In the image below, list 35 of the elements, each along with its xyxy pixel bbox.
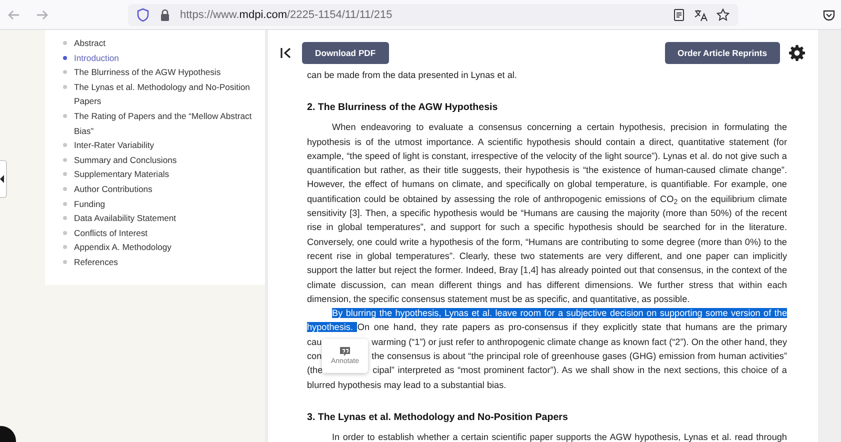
pocket-icon[interactable] xyxy=(822,8,836,22)
sidebar-toggle[interactable] xyxy=(0,160,7,198)
sidebar-item[interactable]: Data Availability Statement xyxy=(63,211,265,226)
scrollbar-track[interactable] xyxy=(818,30,841,442)
reader-view-icon[interactable] xyxy=(672,8,686,22)
paragraph: When endeavoring to evaluate a consensus concerning a certain hypothesis, precision in formulating the hypothesis is of the utmost importance. A scientific hypothesis should contain a direct, quantitative statement (for example, “the speed of light is constant, irrespective of the velocity of the light source”). Lynas et al. do not give such a quantification but rather, as their title suggests, their hypothesis is “the existence of human-caused climate change”. However, the effect of humans on climate, and specifically on global temperature, is quantifiable. For example, one quantification could be obtained by assessing the role of anthropogenic emissions of CO$_{2}$ on the equilibrium climate sensitivity [3]. Then, a specific hypothesis would be “Humans are causing the majority (more than 50%) of the recent rise in global temperatures”, and support for such a specific hypothesis should be searched for in the literature. Conversely, one could write a hypothesis of the form, “Humans are contributing to some degree (more than 0%) to the recent rise in global temperatures”. Clearly, these two statements are very different, and one paper can implicitly support the latter but reject the former. Indeed, Bray [1,4] has already pointed out that consensus, in the context of the climate discussion, can mean different things and has different dimensions. We further stress that within each dimension, the specific consensus statement must be as specific, and quantitative, as possible. xyxy=(307,121,787,306)
sidebar-item[interactable]: Appendix A. Methodology xyxy=(63,240,265,255)
paragraph: In order to establish whether a certain scientific paper supports the AGW hypothesis, Lynas et al. read through xyxy=(331,430,787,442)
section-heading: 2. The Blurriness of the AGW Hypothesis xyxy=(307,102,499,114)
order-reprints-button[interactable]: Order Article Reprints xyxy=(664,42,780,64)
sidebar-item[interactable]: Introduction xyxy=(63,50,265,66)
sidebar-item[interactable]: Abstract xyxy=(63,36,265,51)
triangle-icon xyxy=(0,175,5,183)
download-pdf-button[interactable]: Download PDF xyxy=(302,42,389,64)
paragraph: can be made from the data presented in Lynas et al. xyxy=(307,69,518,82)
sidebar-item[interactable]: The Rating of Papers and the “Mellow Abstract Bias” xyxy=(63,108,265,138)
section-heading: 3. The Lynas et al. Methodology and No-Position Papers xyxy=(307,412,569,423)
shield-icon[interactable] xyxy=(136,8,150,22)
sidebar-item[interactable]: Conflicts of Interest xyxy=(63,226,265,240)
address-bar[interactable]: https://www.mdpi.com/2225-1154/11/11/215 xyxy=(128,4,738,26)
star-icon[interactable] xyxy=(716,8,730,22)
sidebar-item[interactable]: Funding xyxy=(63,196,265,212)
sidebar-item[interactable]: Inter-Rater Variability xyxy=(63,138,265,153)
sidebar-item[interactable]: References xyxy=(63,254,265,270)
sidebar-item[interactable]: Summary and Conclusions xyxy=(63,152,265,168)
translate-icon[interactable] xyxy=(694,8,708,22)
url-text: https://www.mdpi.com/2225-1154/11/11/215 xyxy=(180,8,394,20)
sidebar-item[interactable]: Author Contributions xyxy=(63,182,265,197)
lock-icon[interactable] xyxy=(158,8,172,22)
sidebar-item[interactable]: The Blurriness of the AGW Hypothesis xyxy=(63,65,265,80)
quote-icon xyxy=(340,347,350,356)
settings-icon[interactable] xyxy=(789,44,805,60)
sidebar-item[interactable]: The Lynas et al. Methodology and No-Position Papers xyxy=(63,80,265,109)
sidebar-item[interactable]: Supplementary Materials xyxy=(63,167,265,182)
collapse-icon[interactable] xyxy=(280,46,292,58)
